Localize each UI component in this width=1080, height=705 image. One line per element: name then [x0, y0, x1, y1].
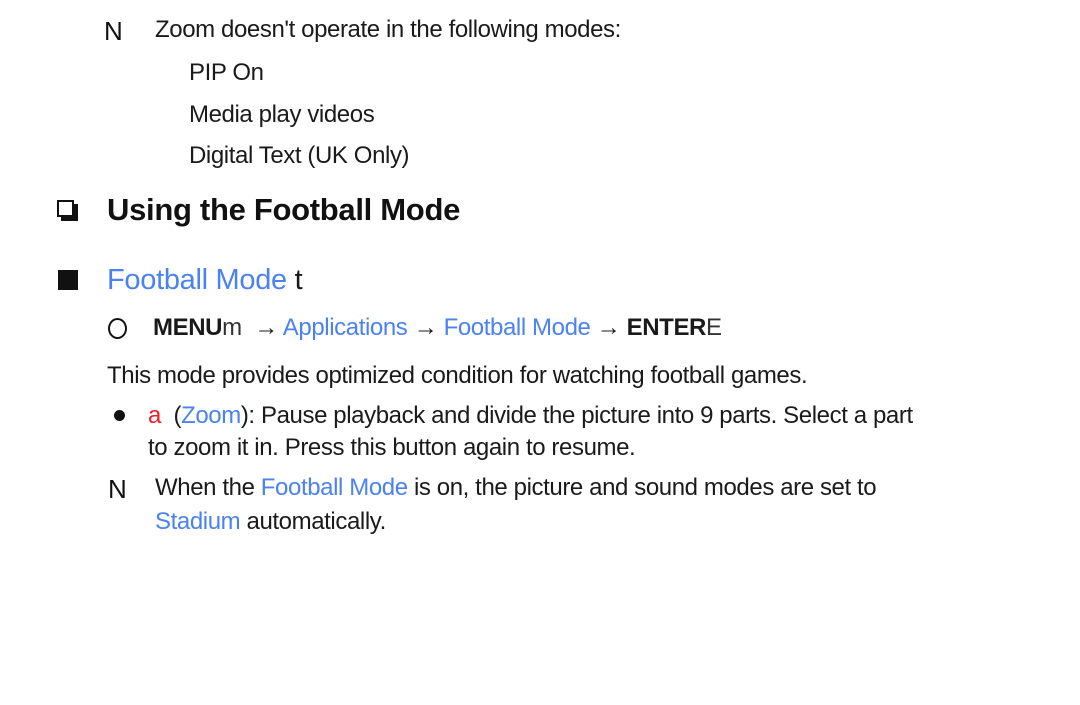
arrow-icon: →: [254, 314, 278, 341]
menu-path: MENUm → Applications → Football Mode → E…: [153, 314, 722, 342]
note-icon: N: [108, 474, 127, 504]
mode-item: Digital Text (UK Only): [189, 142, 410, 169]
menu-button-icon: m: [222, 314, 242, 341]
football-mode-link: Football Mode: [260, 474, 408, 501]
note2-middle: is on, the picture and sound modes are s…: [407, 474, 877, 501]
menu-path-football-mode: Football Mode: [443, 314, 591, 341]
square-bullet-icon: [58, 270, 78, 290]
arrow-icon: →: [596, 314, 621, 341]
note-icon: N: [104, 16, 123, 46]
bullet-line-2: to zoom it in. Press this button again t…: [148, 434, 636, 461]
red-key-icon: a: [148, 402, 161, 429]
bullet-icon: [114, 410, 125, 421]
mode-item: Media play videos: [189, 101, 375, 128]
subsection-title: Football Mode t: [107, 264, 303, 297]
description-text: This mode provides optimized condition f…: [107, 362, 808, 389]
subsection-suffix-icon: t: [294, 264, 303, 296]
note2-prefix: When the: [155, 474, 261, 501]
section-title: Using the Football Mode: [107, 192, 461, 227]
arrow-icon: →: [413, 314, 438, 341]
zoom-key-label: Zoom: [181, 402, 241, 429]
stadium-link: Stadium: [155, 508, 241, 535]
note2-line-1: When the Football Mode is on, the pictur…: [155, 474, 877, 502]
enter-button-label: ENTER: [626, 314, 707, 341]
menu-button-label: MENU: [153, 314, 223, 341]
bullet-line-1: a (Zoom): Pause playback and divide the …: [148, 402, 913, 430]
menu-path-applications: Applications: [282, 314, 408, 341]
note2-line-2: Stadium automatically.: [155, 508, 386, 536]
checkbox-icon: [57, 200, 74, 217]
paren: (: [173, 402, 182, 429]
menu-path-icon: [108, 318, 127, 339]
note-text: Zoom doesn't operate in the following mo…: [155, 16, 621, 43]
note2-suffix: automatically.: [240, 508, 387, 535]
bullet-text: ): Pause playback and divide the picture…: [240, 402, 913, 429]
enter-button-icon: E: [705, 314, 722, 341]
subsection-title-text: Football Mode: [107, 264, 287, 296]
mode-item: PIP On: [189, 59, 264, 86]
